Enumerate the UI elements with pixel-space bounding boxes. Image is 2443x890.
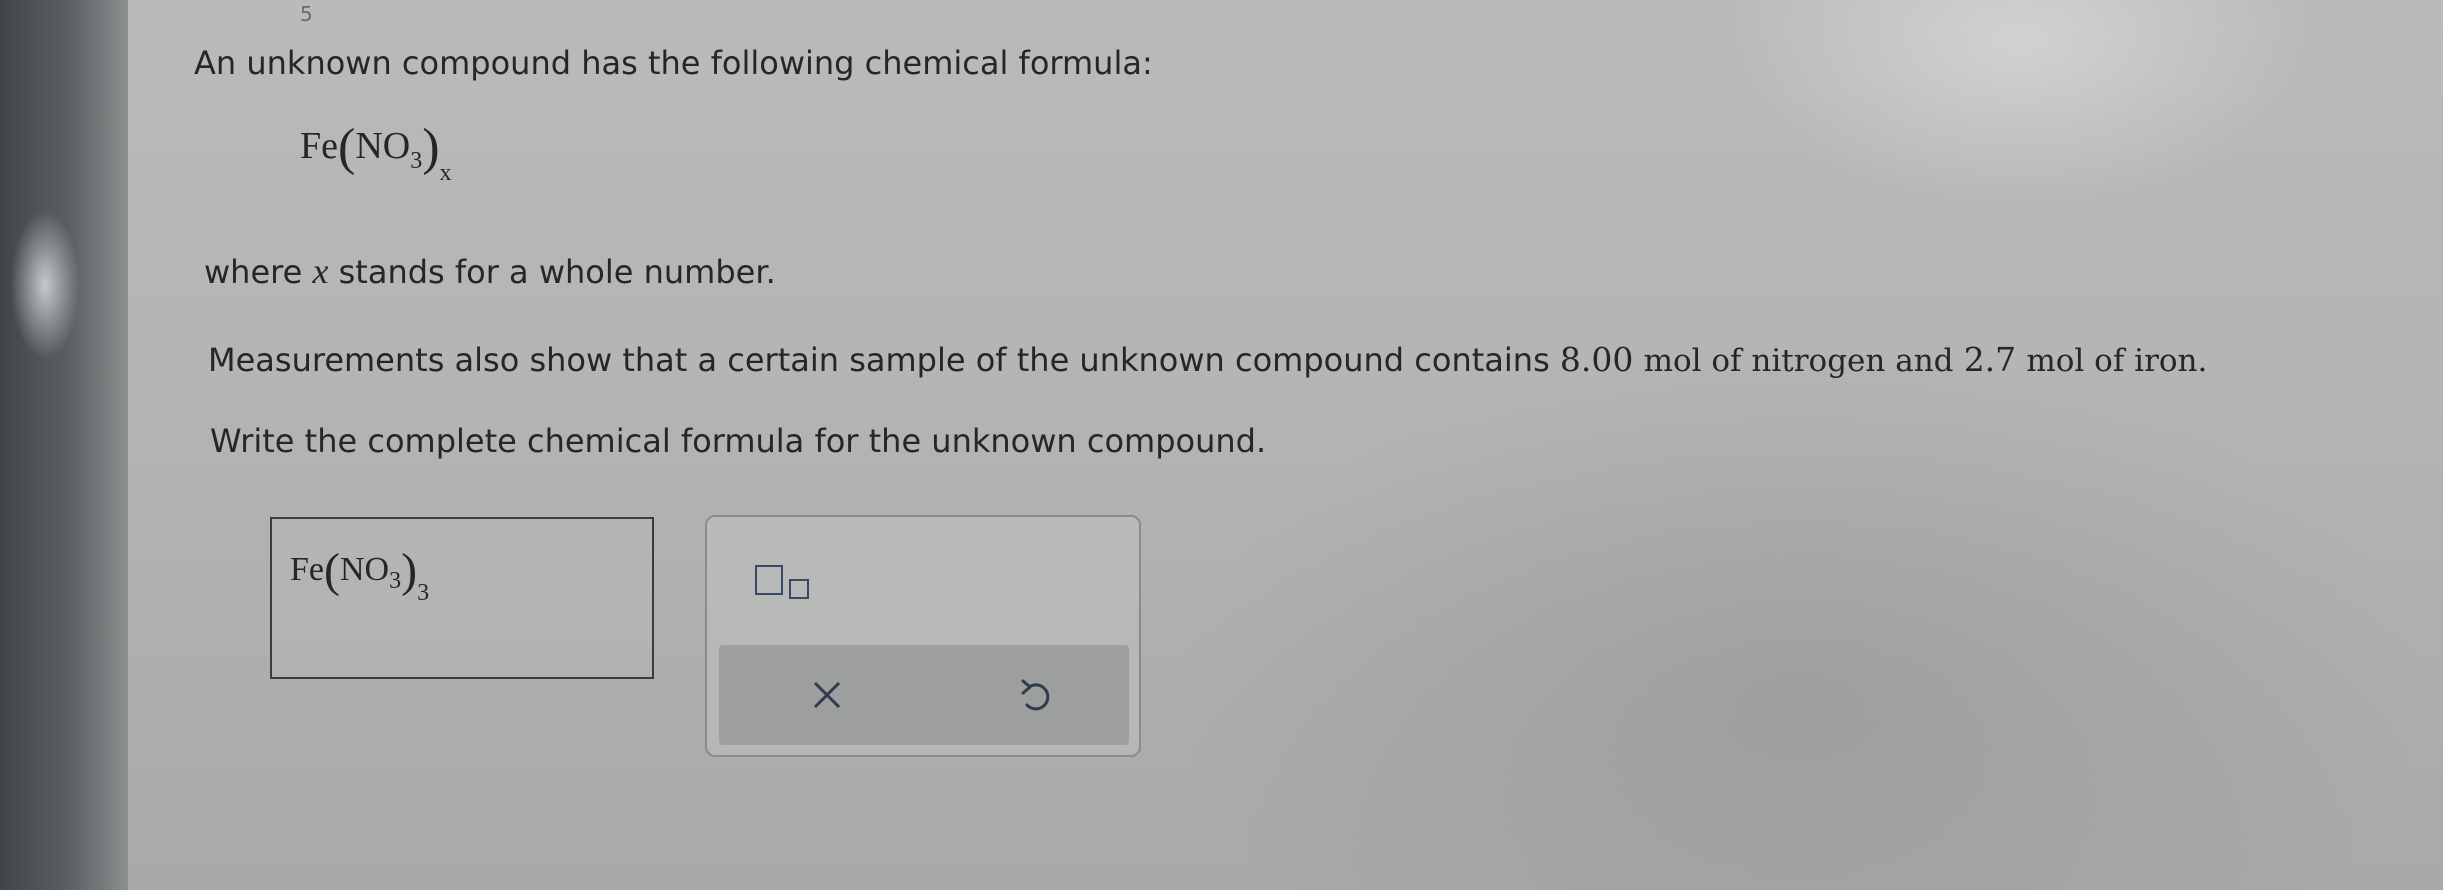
question-area: 5 An unknown compound has the following … <box>0 0 2443 890</box>
where-suffix: stands for a whole number. <box>338 253 776 291</box>
formula-close-paren: ) <box>422 119 440 176</box>
formula-element: Fe <box>300 125 338 167</box>
formula-tool-panel <box>705 515 1141 757</box>
formula-outer-subscript: x <box>439 160 452 186</box>
iron-amount: 2.7 <box>1963 340 2017 379</box>
iron-text: mol of iron. <box>2026 343 2208 379</box>
clear-button[interactable] <box>799 667 855 723</box>
undo-button[interactable] <box>1009 667 1065 723</box>
answer-group: NO <box>339 551 390 588</box>
answer-input[interactable]: Fe(NO3)3 <box>270 517 654 679</box>
undo-icon <box>1021 679 1050 711</box>
where-prefix: where <box>204 253 303 291</box>
subscript-template-icon[interactable] <box>755 565 817 605</box>
subscript-small-box <box>789 579 809 599</box>
formula-group-subscript: 3 <box>410 148 423 174</box>
question-intro: An unknown compound has the following ch… <box>194 44 1153 82</box>
answer-formula: Fe(NO3)3 <box>290 543 429 606</box>
variable-x: x <box>312 251 329 291</box>
formula-group: NO <box>355 125 411 167</box>
answer-group-subscript: 3 <box>389 568 402 594</box>
tool-action-bar <box>719 645 1129 745</box>
instruction: Write the complete chemical formula for … <box>210 422 1267 460</box>
answer-close-paren: ) <box>401 544 418 597</box>
given-formula: Fe(NO3)x <box>300 118 452 186</box>
answer-open-paren: ( <box>324 544 340 597</box>
answer-element: Fe <box>290 551 324 588</box>
close-icon <box>813 681 841 709</box>
nitrogen-amount: 8.00 <box>1559 340 1634 379</box>
formula-open-paren: ( <box>338 119 356 176</box>
where-sentence: where x stands for a whole number. <box>204 250 776 292</box>
measure-prefix: Measurements also show that a certain sa… <box>208 341 1550 379</box>
stray-mark: 5 <box>300 2 313 26</box>
answer-outer-subscript: 3 <box>417 580 430 606</box>
measurement-sentence: Measurements also show that a certain sa… <box>208 340 2207 379</box>
nitrogen-text: mol of nitrogen and <box>1643 343 1954 379</box>
subscript-base-box <box>755 565 783 595</box>
